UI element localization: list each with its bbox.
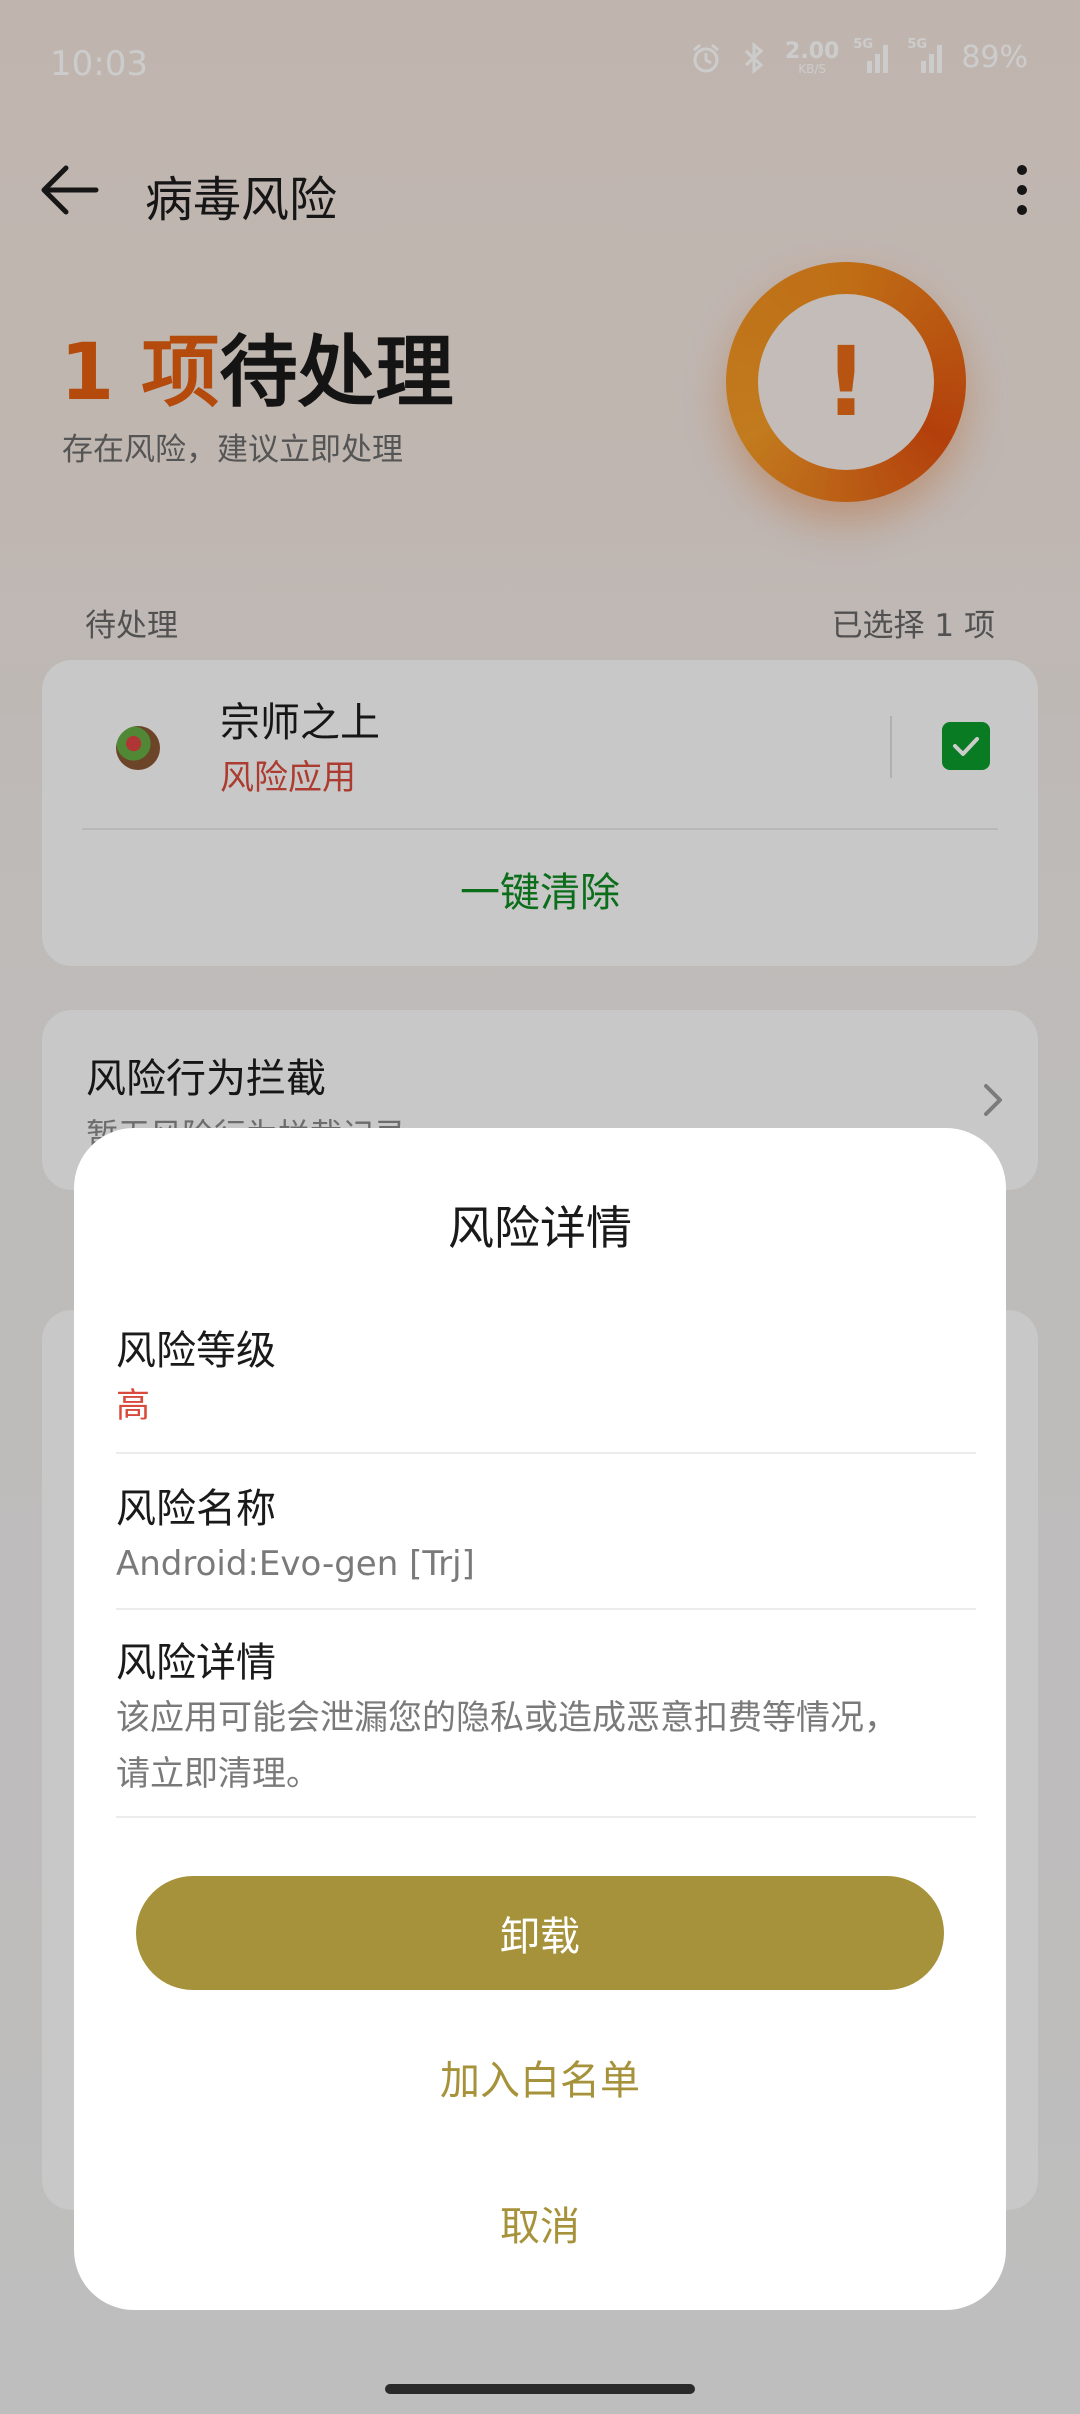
risk-name-value: Android:Evo-gen [Trj] (116, 1544, 475, 1584)
add-to-whitelist-button[interactable]: 加入白名单 (74, 2048, 1006, 2106)
risk-detail-dialog: 风险详情 风险等级 高 风险名称 Android:Evo-gen [Trj] 风… (74, 1128, 1006, 2310)
risk-level-row: 风险等级 高 (116, 1318, 976, 1434)
divider (116, 1816, 976, 1818)
risk-name-label: 风险名称 (116, 1486, 276, 1532)
uninstall-button[interactable]: 卸载 (136, 1876, 944, 1990)
risk-detail-row: 风险详情 该应用可能会泄漏您的隐私或造成恶意扣费等情况， 请立即清理。 (116, 1630, 976, 1802)
risk-name-row: 风险名称 Android:Evo-gen [Trj] (116, 1476, 976, 1592)
risk-level-label: 风险等级 (116, 1328, 276, 1374)
risk-detail-value-line1: 该应用可能会泄漏您的隐私或造成恶意扣费等情况， (116, 1698, 898, 1738)
home-indicator[interactable] (385, 2384, 695, 2394)
divider (116, 1452, 976, 1454)
cancel-button[interactable]: 取消 (74, 2194, 1006, 2252)
dialog-title: 风险详情 (448, 1201, 632, 1255)
risk-detail-label: 风险详情 (116, 1640, 276, 1686)
divider (116, 1608, 976, 1610)
risk-level-value: 高 (116, 1386, 150, 1426)
risk-detail-value-line2: 请立即清理。 (116, 1754, 320, 1794)
